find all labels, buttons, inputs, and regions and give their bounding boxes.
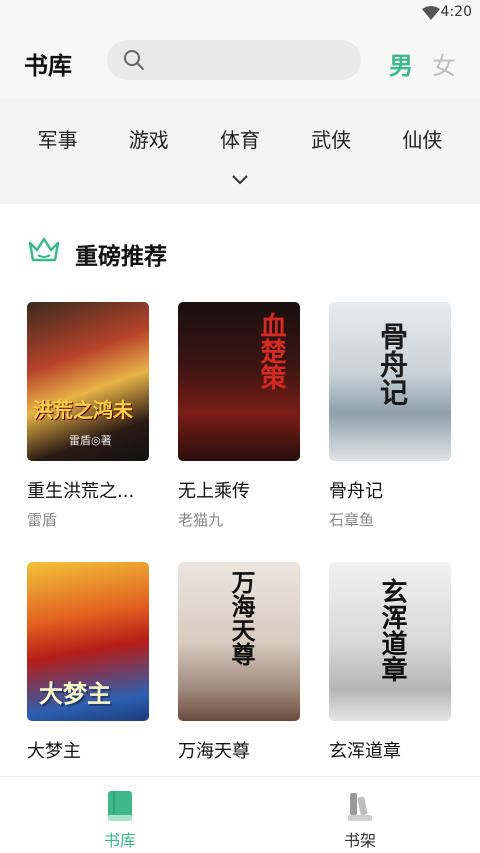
book-cover: 血楚策 — [178, 302, 300, 461]
page-title: 书库 — [24, 52, 72, 80]
search-input[interactable] — [107, 40, 361, 80]
tab-library[interactable]: 书库 — [80, 777, 160, 853]
gender-female-tab[interactable]: 女 — [432, 46, 456, 81]
book-title: 大梦主 — [27, 741, 81, 762]
book-card[interactable]: 万海天尊 万海天尊 — [178, 562, 302, 769]
crown-icon — [28, 237, 60, 262]
app-bar: 书库 男 女 — [0, 26, 480, 98]
category-military[interactable]: 军事 — [38, 124, 78, 153]
section-title: 重磅推荐 — [75, 244, 167, 270]
book-cover: 万海天尊 — [178, 562, 300, 721]
book-card[interactable]: 洪荒之鸿未 雷盾◎著 重生洪荒之... 雷盾 — [27, 302, 151, 530]
category-wuxia[interactable]: 武侠 — [311, 124, 351, 153]
book-icon — [108, 791, 132, 821]
cover-title: 血楚策 — [256, 312, 286, 390]
status-time: 4:20 — [440, 4, 472, 20]
search-icon — [124, 50, 144, 70]
tab-bookshelf-label: 书架 — [343, 831, 376, 850]
status-bar: 4:20 — [0, 0, 480, 26]
cover-title: 万海天尊 — [227, 570, 256, 666]
tab-bookshelf[interactable]: 书架 — [320, 777, 400, 853]
book-card[interactable]: 玄浑道章 玄浑道章 — [329, 562, 453, 769]
book-card[interactable]: 骨舟记 骨舟记 石章鱼 — [329, 302, 453, 530]
book-title: 重生洪荒之... — [27, 481, 135, 502]
book-title: 玄浑道章 — [329, 741, 401, 762]
book-author: 老猫九 — [178, 511, 224, 529]
cover-title: 骨舟记 — [376, 322, 409, 406]
book-cover: 骨舟记 — [329, 302, 451, 461]
category-row: 军事 游戏 体育 武侠 仙侠 — [0, 124, 480, 153]
category-game[interactable]: 游戏 — [129, 124, 169, 153]
book-cover: 大梦主 — [27, 562, 149, 721]
chevron-down-icon[interactable] — [230, 172, 250, 186]
cover-title: 大梦主 — [39, 679, 111, 708]
book-cover: 玄浑道章 — [329, 562, 451, 721]
book-author: 雷盾 — [27, 511, 58, 529]
bookshelf-icon — [348, 793, 372, 821]
book-author: 石章鱼 — [329, 511, 375, 529]
book-cover: 洪荒之鸿未 雷盾◎著 — [27, 302, 149, 461]
tab-library-label: 书库 — [103, 831, 136, 850]
book-title: 无上乘传 — [178, 481, 250, 502]
bottom-tab-bar: 书库 书架 — [0, 776, 480, 853]
book-title: 万海天尊 — [178, 741, 250, 762]
category-panel: 军事 游戏 体育 武侠 仙侠 — [0, 98, 480, 204]
gender-male-tab[interactable]: 男 — [387, 46, 415, 81]
cover-title: 玄浑道章 — [377, 578, 407, 682]
category-xianxia[interactable]: 仙侠 — [402, 124, 442, 153]
book-card[interactable]: 血楚策 无上乘传 老猫九 — [178, 302, 302, 530]
cover-title: 洪荒之鸿未 — [33, 398, 133, 422]
category-sports[interactable]: 体育 — [220, 124, 260, 153]
cover-subtitle: 雷盾◎著 — [69, 434, 112, 447]
book-card[interactable]: 大梦主 大梦主 — [27, 562, 151, 769]
book-title: 骨舟记 — [329, 481, 383, 502]
wifi-icon — [422, 6, 440, 20]
